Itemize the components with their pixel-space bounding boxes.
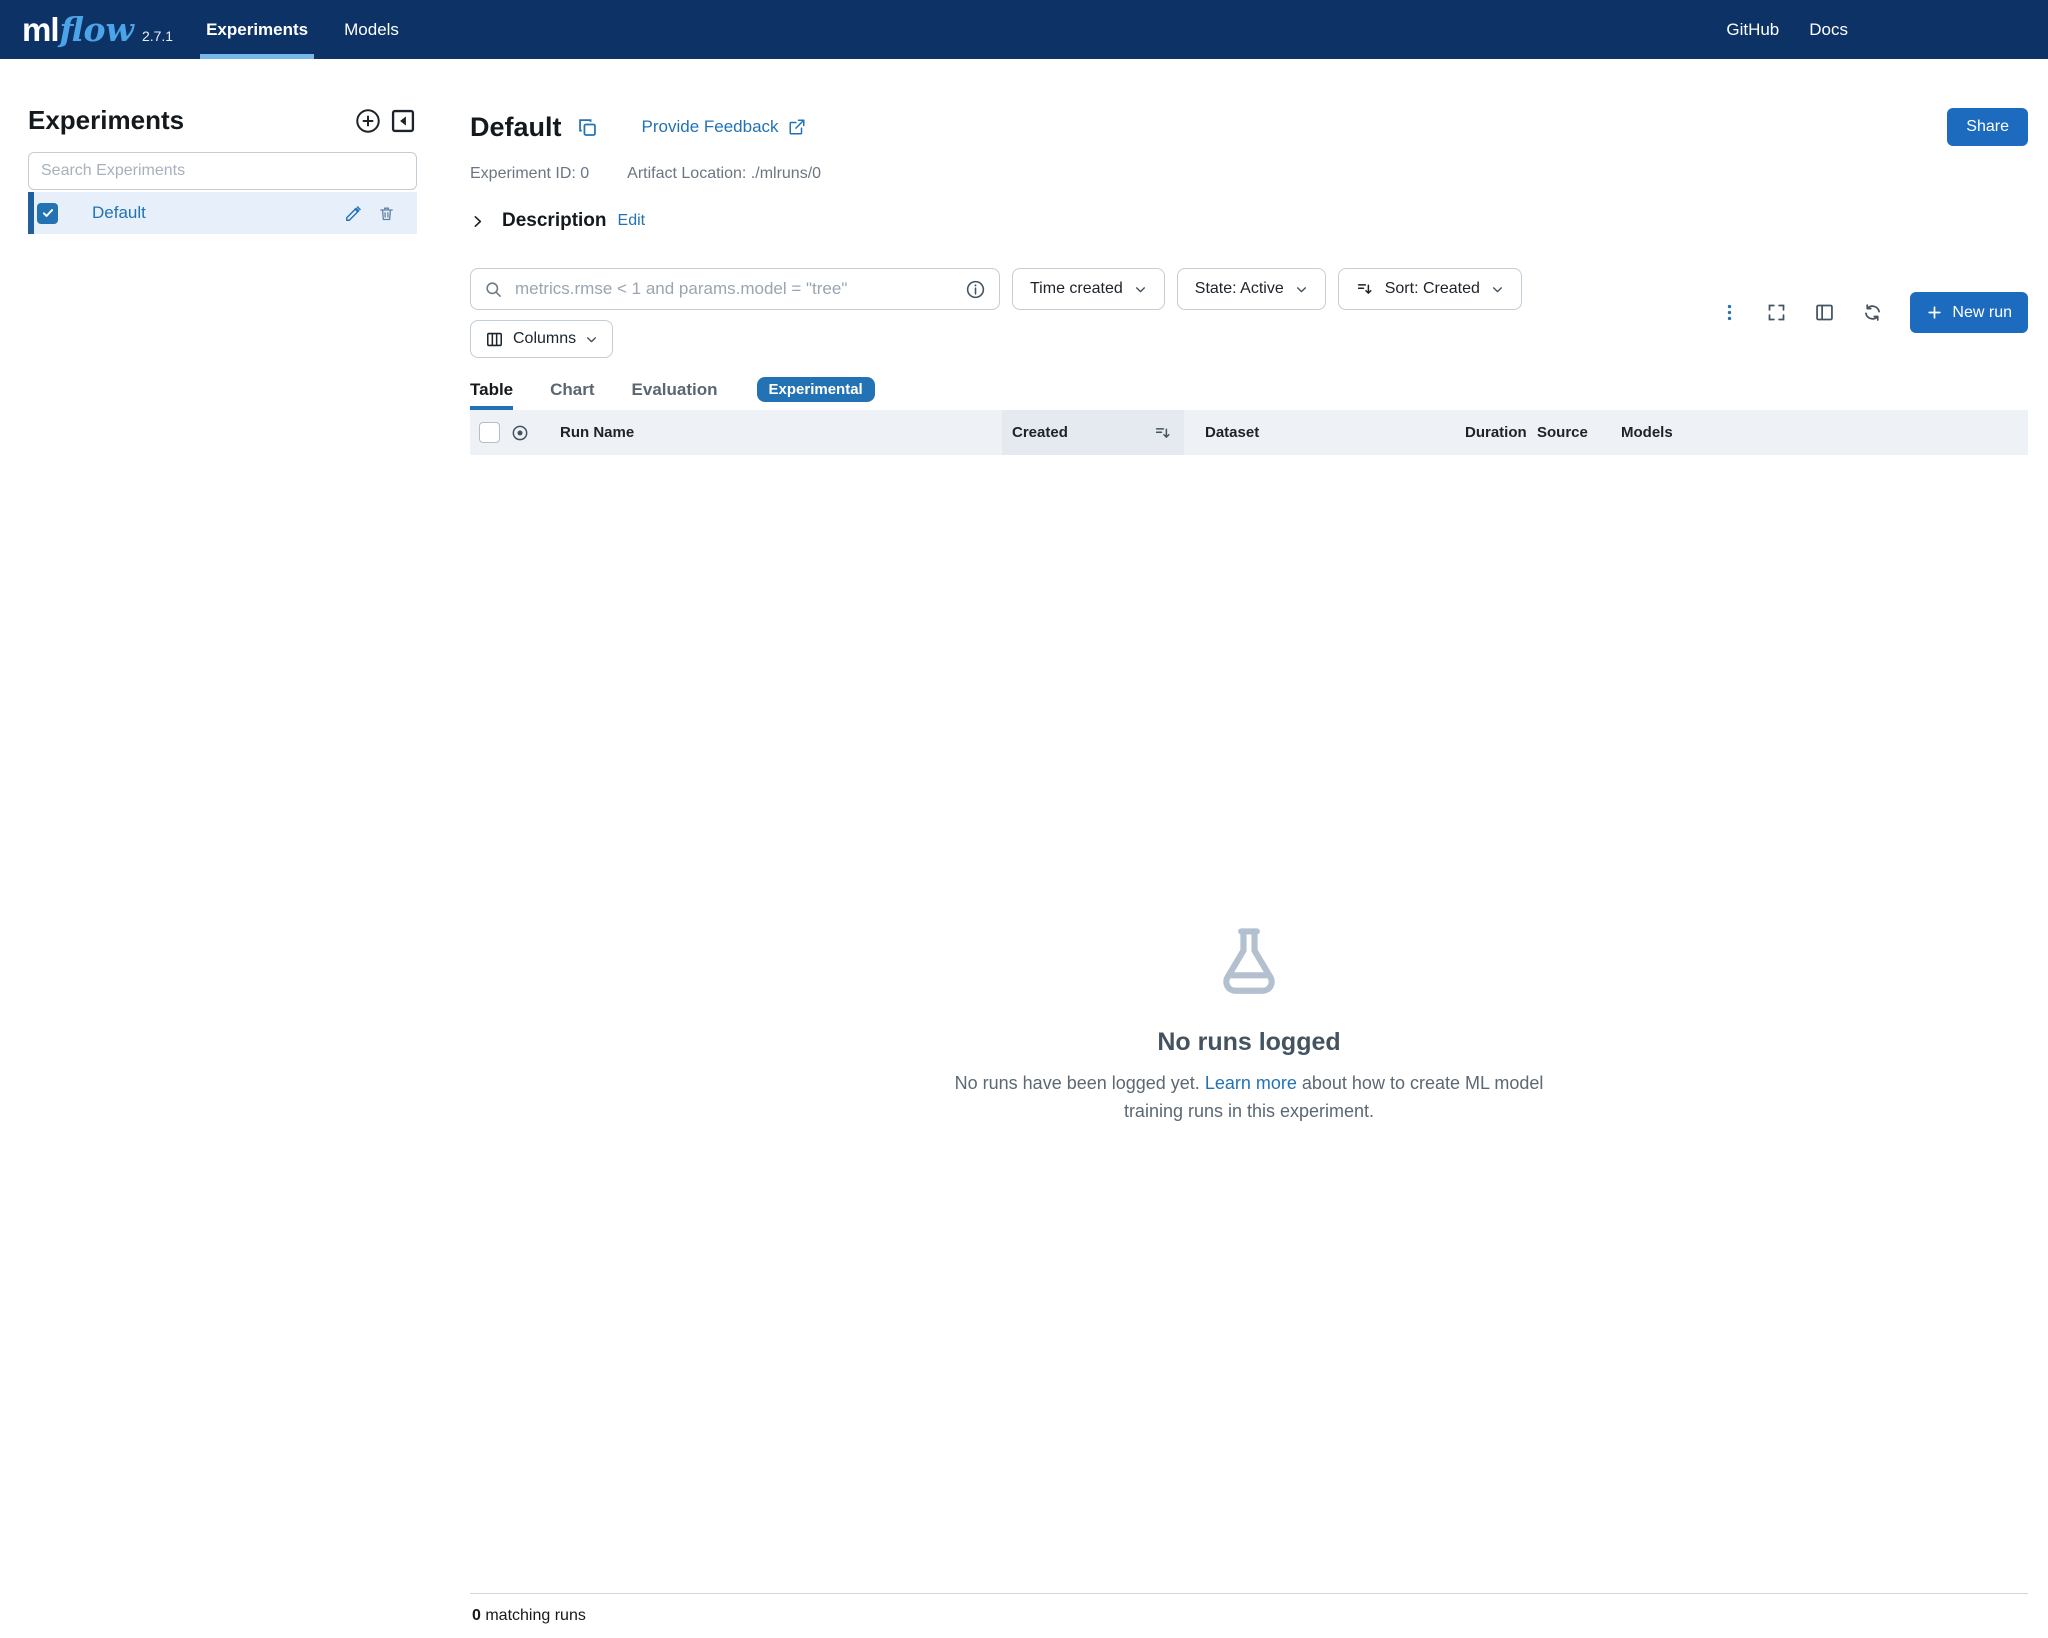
runs-table-header: Run Name Created Dataset Duration Source… bbox=[470, 410, 2028, 455]
experiment-id-meta: Experiment ID: 0 bbox=[470, 165, 590, 182]
share-button[interactable]: Share bbox=[1947, 108, 2028, 146]
experiment-item-label: Default bbox=[92, 203, 146, 222]
chevron-down-icon bbox=[1134, 283, 1147, 296]
new-run-button[interactable]: New run bbox=[1910, 292, 2028, 333]
provide-feedback-link[interactable]: Provide Feedback bbox=[642, 117, 806, 137]
top-navbar: ml flow 2.7.1 Experiments Models GitHub D… bbox=[0, 0, 2048, 59]
column-header-duration[interactable]: Duration bbox=[1465, 410, 1527, 455]
experiment-main-panel: Default Provide Feedback Share Experimen… bbox=[437, 59, 2048, 1638]
time-created-filter-button[interactable]: Time created bbox=[1012, 268, 1165, 310]
navbar-tabs: Experiments Models bbox=[200, 0, 432, 59]
fullscreen-icon[interactable] bbox=[1766, 302, 1787, 323]
tab-table[interactable]: Table bbox=[470, 380, 514, 410]
experiment-list-item-default[interactable]: Default bbox=[28, 192, 417, 234]
visibility-eye-icon[interactable] bbox=[510, 410, 530, 455]
sort-descending-icon bbox=[1356, 280, 1374, 298]
selected-indicator-bar bbox=[28, 192, 34, 234]
nav-tab-experiments[interactable]: Experiments bbox=[200, 0, 315, 59]
tab-evaluation[interactable]: Evaluation bbox=[632, 380, 718, 410]
add-experiment-icon[interactable] bbox=[354, 107, 382, 135]
created-sort-icon[interactable] bbox=[1154, 410, 1172, 455]
plus-icon bbox=[1926, 304, 1943, 321]
column-header-run-name[interactable]: Run Name bbox=[560, 410, 634, 455]
description-label: Description bbox=[502, 210, 607, 231]
flask-icon bbox=[1210, 922, 1288, 1000]
experiments-sidebar: Experiments Default bbox=[0, 59, 437, 234]
runs-search-box bbox=[470, 268, 1000, 310]
github-link[interactable]: GitHub bbox=[1726, 20, 1779, 40]
navbar-links: GitHub Docs bbox=[1726, 20, 1848, 40]
search-icon bbox=[484, 280, 503, 299]
select-all-checkbox[interactable] bbox=[479, 422, 500, 443]
experiment-search-input[interactable] bbox=[28, 152, 417, 190]
experiment-checkbox[interactable] bbox=[37, 202, 58, 224]
column-header-dataset[interactable]: Dataset bbox=[1205, 410, 1259, 455]
description-expand-chevron-icon[interactable] bbox=[470, 214, 485, 229]
more-options-icon[interactable] bbox=[1720, 303, 1739, 322]
collapse-sidebar-icon[interactable] bbox=[389, 107, 417, 135]
side-panel-icon[interactable] bbox=[1814, 302, 1835, 323]
description-edit-link[interactable]: Edit bbox=[618, 212, 646, 230]
sort-button[interactable]: Sort: Created bbox=[1337, 268, 1522, 310]
state-filter-button[interactable]: State: Active bbox=[1176, 268, 1326, 310]
runs-search-input[interactable] bbox=[513, 278, 955, 300]
tab-chart[interactable]: Chart bbox=[550, 380, 594, 410]
empty-state: No runs logged No runs have been logged … bbox=[470, 455, 2028, 1593]
artifact-location-value: ./mlruns/0 bbox=[750, 165, 822, 182]
matching-runs-footer: 0 matching runs bbox=[470, 1593, 2028, 1638]
column-header-source[interactable]: Source bbox=[1537, 410, 1588, 455]
experimental-badge: Experimental bbox=[756, 377, 875, 402]
learn-more-link[interactable]: Learn more bbox=[1205, 1073, 1297, 1093]
matching-runs-count: 0 bbox=[472, 1607, 481, 1624]
columns-button[interactable]: Columns bbox=[470, 320, 614, 358]
column-header-models[interactable]: Models bbox=[1621, 410, 1673, 455]
external-link-icon bbox=[789, 119, 805, 135]
artifact-location-meta: Artifact Location: ./mlruns/0 bbox=[627, 165, 822, 182]
delete-experiment-icon[interactable] bbox=[378, 205, 395, 222]
mlflow-logo[interactable]: ml flow 2.7.1 bbox=[22, 10, 173, 49]
rename-experiment-icon[interactable] bbox=[344, 204, 363, 223]
version-label: 2.7.1 bbox=[141, 28, 174, 44]
sidebar-title: Experiments bbox=[28, 105, 185, 135]
docs-link[interactable]: Docs bbox=[1809, 20, 1848, 40]
refresh-icon[interactable] bbox=[1862, 302, 1883, 323]
chevron-down-icon bbox=[1295, 283, 1308, 296]
copy-experiment-name-icon[interactable] bbox=[577, 117, 598, 138]
empty-state-description: No runs have been logged yet. Learn more… bbox=[954, 1073, 1544, 1121]
empty-state-title: No runs logged bbox=[1157, 1028, 1341, 1057]
nav-tab-models[interactable]: Models bbox=[341, 0, 402, 59]
chevron-down-icon bbox=[585, 333, 598, 346]
search-info-icon[interactable] bbox=[965, 279, 986, 300]
chevron-down-icon bbox=[1491, 283, 1504, 296]
page-title: Default bbox=[470, 111, 562, 142]
logo-text-ml: ml bbox=[22, 11, 60, 48]
experiment-id-value: 0 bbox=[580, 165, 590, 182]
columns-icon bbox=[485, 330, 504, 349]
column-header-created[interactable]: Created bbox=[1012, 410, 1068, 455]
logo-text-flow: flow bbox=[59, 10, 134, 49]
